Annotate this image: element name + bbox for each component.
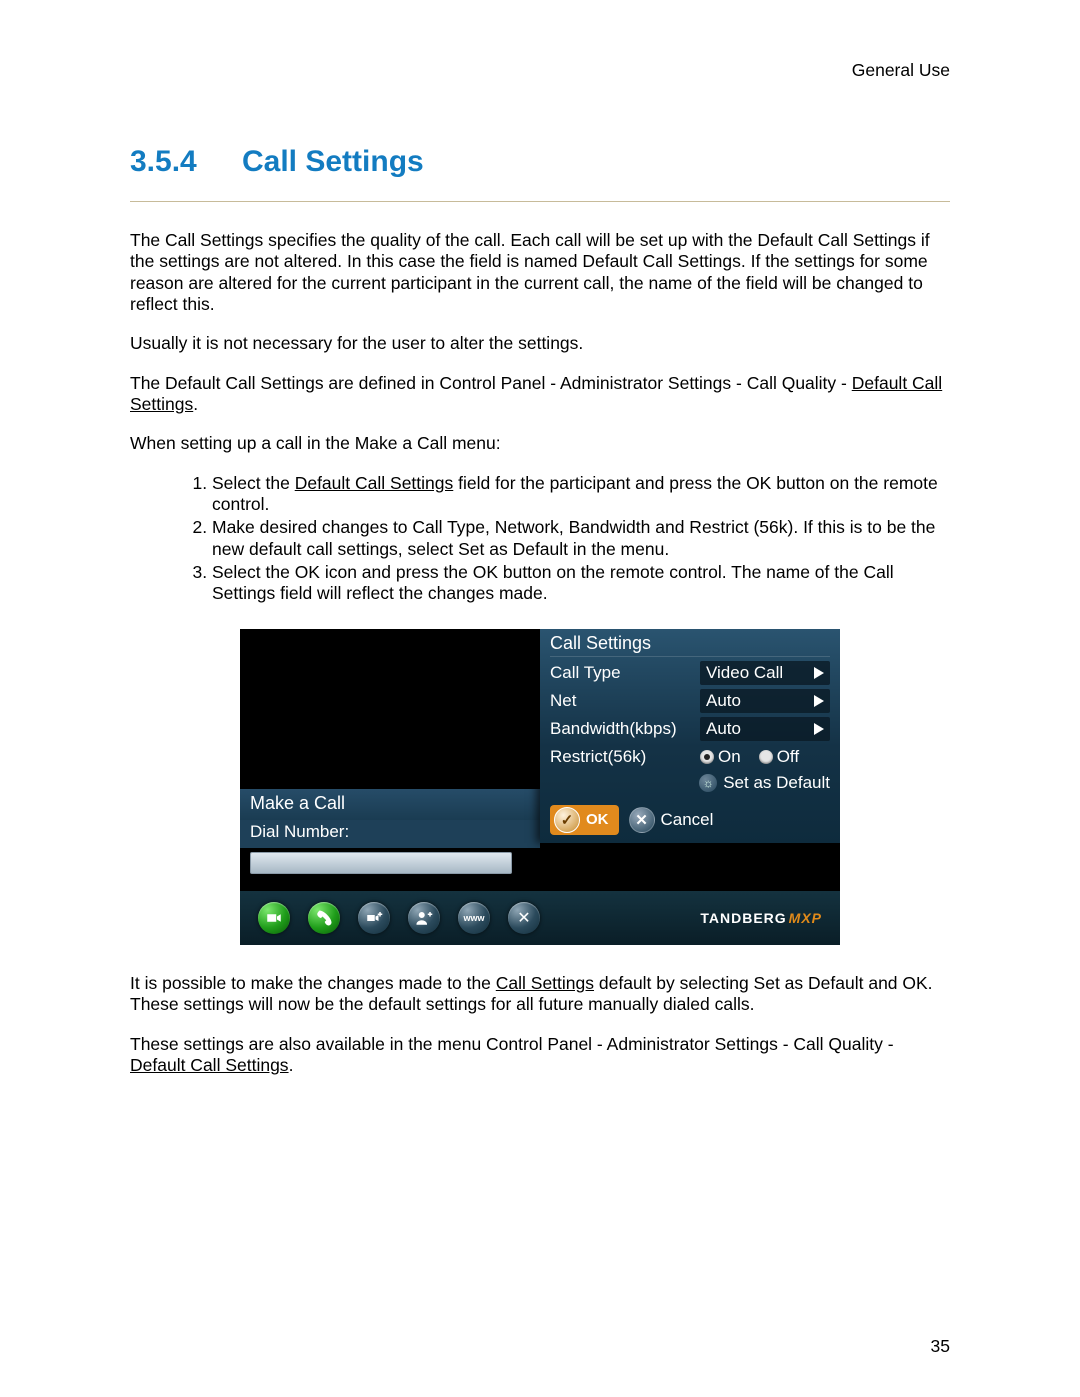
steps-list: Select the Default Call Settings field f… [190,473,950,605]
close-icon: ✕ [629,807,655,833]
section-title: Call Settings [242,145,424,178]
ui-screenshot: Make a Call Dial Number: Call Settings C… [240,629,840,945]
make-a-call-panel: Make a Call Dial Number: [240,789,540,884]
row-bandwidth[interactable]: Bandwidth(kbps) Auto [550,715,830,743]
brand-name: TANDBERG [700,910,786,926]
paragraph-set-default-info: It is possible to make the changes made … [130,973,950,1016]
www-icon[interactable]: www [458,902,490,934]
dial-number-input[interactable] [250,852,512,874]
close-toolbar-icon[interactable]: ✕ [508,902,540,934]
set-as-default-button[interactable]: ☼ Set as Default [550,773,830,793]
text: These settings are also available in the… [130,1034,894,1054]
arrow-right-icon [814,667,824,679]
text: It is possible to make the changes made … [130,973,496,993]
brand-suffix: MXP [789,910,822,926]
bottom-toolbar: www ✕ TANDBERGMXP [240,891,840,945]
paragraph-note: Usually it is not necessary for the user… [130,333,950,354]
paragraph-setup-intro: When setting up a call in the Make a Cal… [130,433,950,454]
arrow-right-icon [814,695,824,707]
step-3: Select the OK icon and press the OK butt… [212,562,950,605]
link-default-call-settings-inline[interactable]: Default Call Settings [295,473,454,493]
label-restrict: Restrict(56k) [550,747,700,767]
label-bandwidth: Bandwidth(kbps) [550,719,700,739]
text: Select the [212,473,295,493]
link-call-settings[interactable]: Call Settings [496,973,594,993]
label-net: Net [550,691,700,711]
arrow-right-icon [814,723,824,735]
value-call-type[interactable]: Video Call [700,661,830,685]
cancel-button[interactable]: ✕ Cancel [629,807,714,833]
make-a-call-title: Make a Call [240,789,540,820]
radio-icon [759,750,773,764]
add-contact-icon[interactable] [408,902,440,934]
page-header-category: General Use [852,60,950,81]
value-text: Video Call [706,663,783,683]
brand-label: TANDBERGMXP [700,910,822,926]
call-settings-title: Call Settings [550,633,830,657]
video-call-icon[interactable] [258,902,290,934]
ok-label: OK [586,811,609,828]
row-call-type[interactable]: Call Type Video Call [550,659,830,687]
value-net[interactable]: Auto [700,689,830,713]
paragraph-intro: The Call Settings specifies the quality … [130,230,950,315]
add-video-icon[interactable] [358,902,390,934]
label-call-type: Call Type [550,663,700,683]
section-heading: 3.5.4Call Settings [130,145,950,179]
row-net[interactable]: Net Auto [550,687,830,715]
ok-button[interactable]: ✓ OK [550,805,619,835]
radio-on[interactable]: On [700,747,741,767]
cancel-label: Cancel [661,810,714,830]
value-text: Auto [706,691,741,711]
radio-label-off: Off [777,747,799,767]
section-divider [130,201,950,202]
text: . [289,1055,294,1075]
text: The Default Call Settings are defined in… [130,373,852,393]
call-settings-panel: Call Settings Call Type Video Call Net A… [540,629,840,843]
paragraph-menu-path: These settings are also available in the… [130,1034,950,1077]
section-number: 3.5.4 [130,145,242,179]
audio-call-icon[interactable] [308,902,340,934]
text: . [193,394,198,414]
row-restrict: Restrict(56k) On Off [550,743,830,771]
page-number: 35 [931,1336,950,1357]
paragraph-defaults: The Default Call Settings are defined in… [130,373,950,416]
dial-number-label: Dial Number: [240,820,540,848]
confirm-bar: ✓ OK ✕ Cancel [550,799,830,835]
step-2: Make desired changes to Call Type, Netwo… [212,517,950,560]
step-1: Select the Default Call Settings field f… [212,473,950,516]
link-default-call-settings-2[interactable]: Default Call Settings [130,1055,289,1075]
radio-off[interactable]: Off [759,747,799,767]
value-text: Auto [706,719,741,739]
check-icon: ✓ [554,807,580,833]
radio-icon [700,750,714,764]
radio-label-on: On [718,747,741,767]
set-as-default-label: Set as Default [723,773,830,793]
value-bandwidth[interactable]: Auto [700,717,830,741]
apply-icon: ☼ [699,774,717,792]
